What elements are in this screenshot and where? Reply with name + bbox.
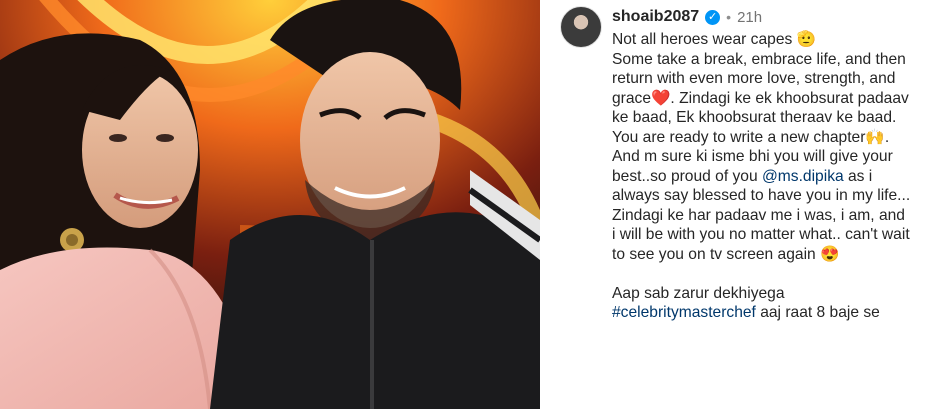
mention-link[interactable]: @ms.dipika <box>762 168 844 185</box>
verified-badge-icon: ✓ <box>705 9 721 25</box>
user-avatar[interactable] <box>560 6 602 48</box>
separator-dot: • <box>726 9 732 25</box>
post-photo[interactable] <box>0 0 540 409</box>
post-timestamp[interactable]: 21h <box>737 9 762 26</box>
post-image <box>0 0 540 409</box>
caption-text-2: Some take a break, embrace life, and the… <box>612 50 909 185</box>
post-header: shoaib2087 ✓ • 21h <box>612 6 762 28</box>
caption-text-5: aaj raat 8 baje se <box>755 304 880 321</box>
hashtag-link[interactable]: #celebritymasterchef <box>612 304 756 321</box>
post-caption: Not all heroes wear capes 🫡 Some take a … <box>612 30 912 323</box>
caption-text-4: Aap sab zarur dekhiyega <box>612 284 785 302</box>
post-caption-panel: shoaib2087 ✓ • 21h Not all heroes wear c… <box>540 0 932 409</box>
caption-line-1: Not all heroes wear capes 🫡 <box>612 31 817 48</box>
username-link[interactable]: shoaib2087 <box>612 8 699 26</box>
